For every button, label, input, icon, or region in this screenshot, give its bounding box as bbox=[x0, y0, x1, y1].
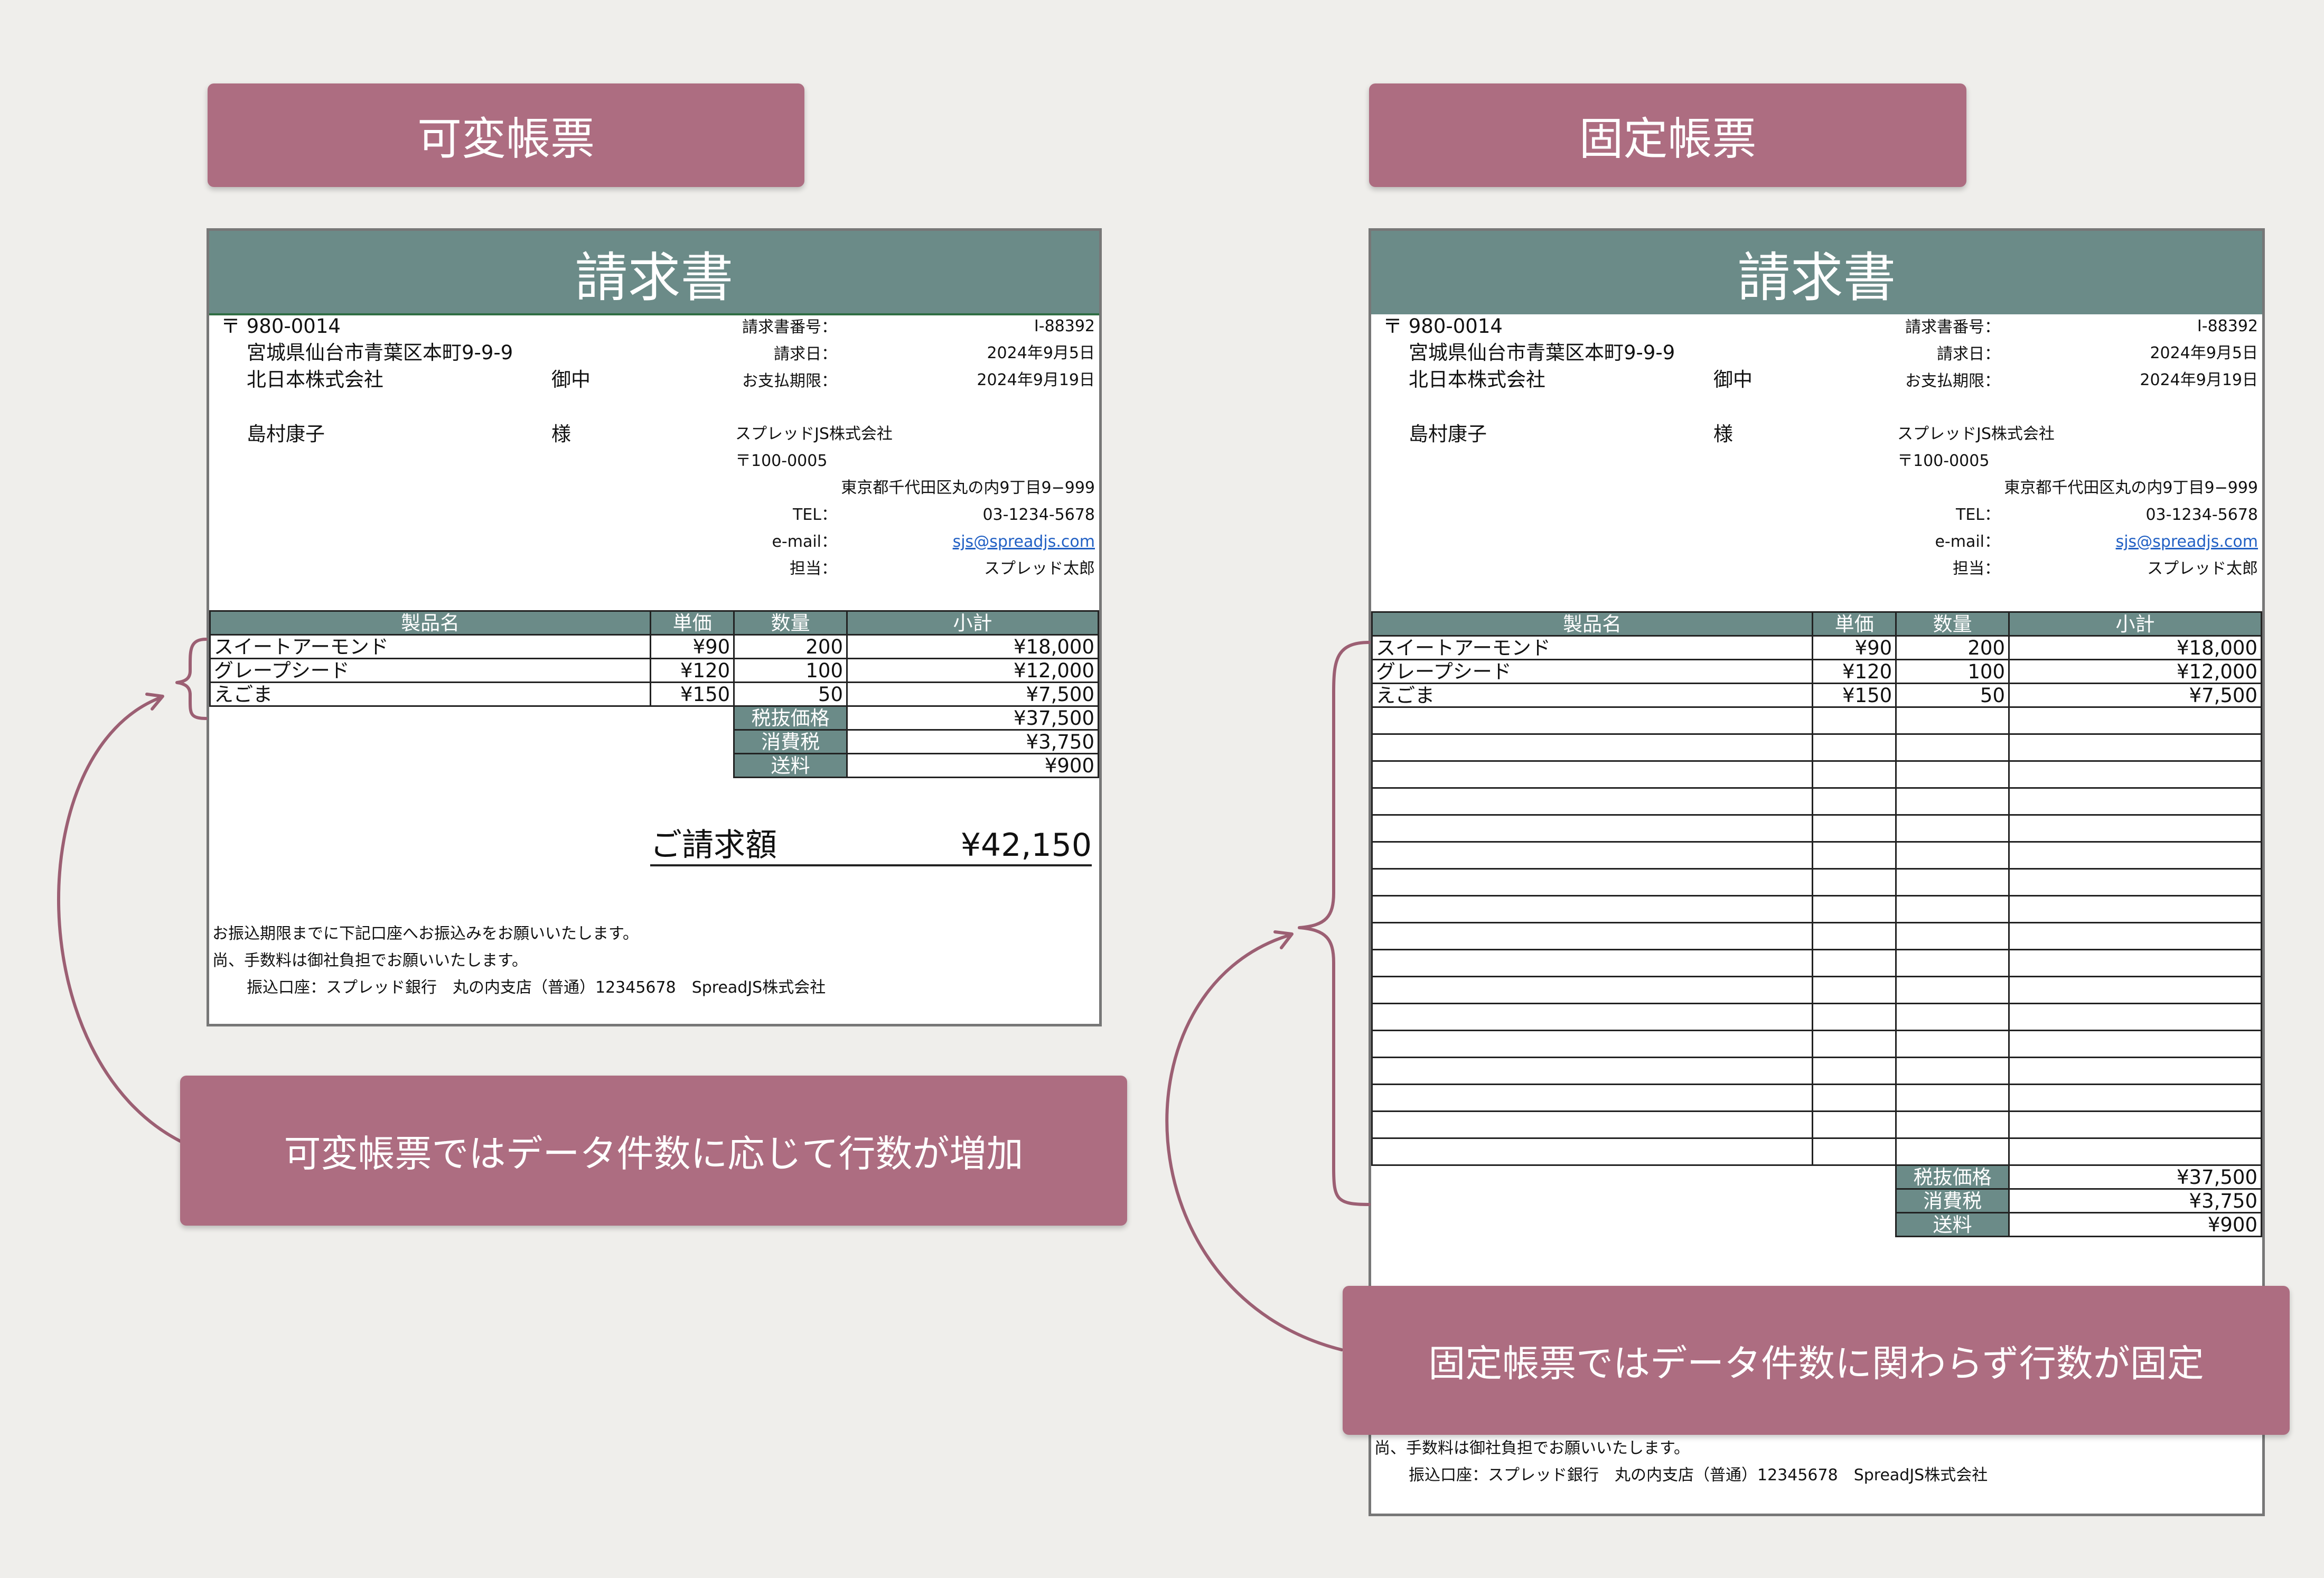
left-curved-arrow bbox=[57, 696, 184, 1144]
right-row-brace bbox=[1298, 641, 1371, 1206]
right-curved-arrow bbox=[1165, 933, 1343, 1351]
variable-form-note: 可変帳票ではデータ件数に応じて行数が増加 bbox=[180, 1076, 1127, 1226]
fixed-form-note: 固定帳票ではデータ件数に関わらず行数が固定 bbox=[1343, 1286, 2290, 1435]
left-row-brace bbox=[175, 638, 208, 720]
